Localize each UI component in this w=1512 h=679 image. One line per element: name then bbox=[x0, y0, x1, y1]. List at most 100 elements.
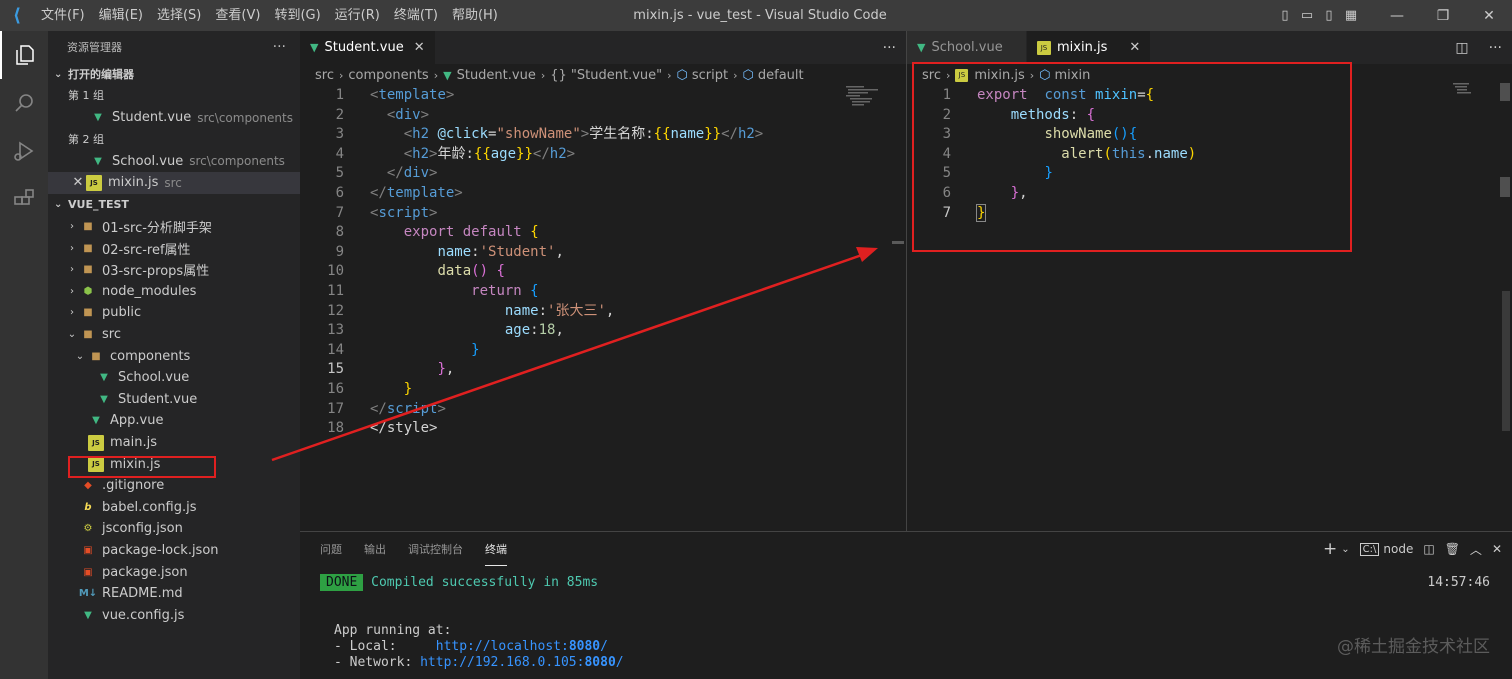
menu-file[interactable]: 文件(F) bbox=[34, 0, 92, 31]
close-icon[interactable]: ✕ bbox=[70, 175, 86, 190]
file-name: School.vue bbox=[112, 153, 184, 169]
close-panel-icon[interactable]: ✕ bbox=[1492, 542, 1502, 556]
chevron-down-icon: ⌄ bbox=[67, 329, 77, 341]
breadcrumb: src › components › ▼ Student.vue › {} "Stude… bbox=[315, 67, 804, 83]
vertical-scrollbar[interactable] bbox=[1500, 83, 1510, 101]
tree-file[interactable]: ⚙ jsconfig.json bbox=[48, 518, 300, 540]
toggle-panel-icon[interactable]: ▭ bbox=[1298, 0, 1316, 31]
tree-label: Student.vue bbox=[118, 391, 198, 407]
chevron-right-icon: › bbox=[70, 242, 74, 254]
tab-output[interactable]: 输出 bbox=[364, 532, 386, 566]
menu-go[interactable]: 转到(G) bbox=[267, 0, 327, 31]
tree-folder[interactable]: › ■ 01-src-分析脚手架 bbox=[48, 216, 300, 238]
tree-file[interactable]: ▣ package-lock.json bbox=[48, 540, 300, 562]
tree-label: 02-src-ref属性 bbox=[102, 242, 191, 258]
menu-edit[interactable]: 编辑(E) bbox=[92, 0, 150, 31]
tree-file[interactable]: ▼ App.vue bbox=[48, 410, 300, 432]
tree-file[interactable]: JS main.js bbox=[48, 432, 300, 454]
minimize-button[interactable]: — bbox=[1374, 0, 1420, 31]
tree-label: 01-src-分析脚手架 bbox=[102, 221, 212, 237]
breadcrumb-item[interactable]: {} "Student.vue" bbox=[550, 68, 662, 83]
breadcrumb-item[interactable]: components bbox=[348, 68, 428, 83]
split-editor-icon[interactable]: ◫ bbox=[1455, 40, 1468, 56]
more-actions-icon[interactable]: ··· bbox=[273, 39, 286, 55]
tab-mixin-js[interactable]: JS mixin.js ✕ bbox=[1027, 31, 1152, 64]
menu-terminal[interactable]: 终端(T) bbox=[387, 0, 445, 31]
open-editor-student[interactable]: ▼ Student.vue src\components bbox=[48, 107, 300, 129]
extensions-icon[interactable] bbox=[0, 175, 48, 223]
maximize-panel-icon[interactable]: ︿ bbox=[1470, 541, 1482, 558]
network-url-link[interactable]: http://192.168.0.105: bbox=[420, 655, 584, 670]
toggle-secondary-sidebar-icon[interactable]: ▯ bbox=[1320, 0, 1338, 31]
restore-button[interactable]: ❐ bbox=[1420, 0, 1466, 31]
tree-file[interactable]: M↓ README.md bbox=[48, 583, 300, 605]
tree-label: 03-src-props属性 bbox=[102, 264, 210, 280]
scroll-thumb[interactable] bbox=[1500, 177, 1510, 197]
more-actions-icon[interactable]: ··· bbox=[883, 40, 896, 56]
breadcrumb-item[interactable]: default bbox=[758, 68, 804, 83]
more-actions-icon[interactable]: ··· bbox=[1489, 40, 1502, 56]
tab-student-vue[interactable]: ▼ Student.vue ✕ bbox=[300, 31, 436, 64]
local-url-link[interactable]: http://localhost: bbox=[436, 639, 569, 654]
group-2-label: 第 2 组 bbox=[68, 132, 104, 146]
breadcrumb-item[interactable]: src bbox=[315, 68, 334, 83]
chevron-down-icon[interactable]: ⌄ bbox=[1341, 544, 1349, 555]
json-icon: ⚙ bbox=[83, 523, 93, 535]
tree-folder[interactable]: › ■ 03-src-props属性 bbox=[48, 259, 300, 281]
terminal-icon: C:\ bbox=[1359, 542, 1380, 556]
scroll-track[interactable] bbox=[1502, 291, 1510, 431]
vue-icon: ▼ bbox=[92, 415, 100, 427]
menu-run[interactable]: 运行(R) bbox=[328, 0, 387, 31]
terminal-time: 14:57:46 bbox=[1427, 575, 1490, 590]
menu-selection[interactable]: 选择(S) bbox=[150, 0, 208, 31]
tree-file[interactable]: ▼ School.vue bbox=[48, 367, 300, 389]
tab-debug-console[interactable]: 调试控制台 bbox=[408, 532, 463, 566]
search-icon[interactable] bbox=[0, 79, 48, 127]
layout-icon[interactable]: ▦ bbox=[1342, 0, 1360, 31]
url-slash: / bbox=[615, 655, 624, 670]
tree-file[interactable]: b babel.config.js bbox=[48, 497, 300, 519]
tab-problems[interactable]: 问题 bbox=[320, 532, 342, 566]
open-editors-header[interactable]: ⌄ 打开的编辑器 bbox=[48, 63, 300, 85]
local-port[interactable]: 8080 bbox=[569, 639, 600, 654]
split-terminal-icon[interactable]: ◫ bbox=[1423, 542, 1434, 556]
tree-file[interactable]: ▣ package.json bbox=[48, 561, 300, 583]
minimap[interactable] bbox=[846, 86, 906, 116]
run-debug-icon[interactable] bbox=[0, 127, 48, 175]
editor-group-1: ▼ Student.vue ✕ ··· src › components › ▼ St… bbox=[300, 31, 906, 531]
tree-folder[interactable]: › ■ public bbox=[48, 302, 300, 324]
explorer-sidebar: 资源管理器 ··· ⌄ 打开的编辑器 第 1 组 ▼ Student.vue s… bbox=[48, 31, 300, 679]
open-editor-school[interactable]: ▼ School.vue src\components bbox=[48, 151, 300, 173]
tab-terminal[interactable]: 终端 bbox=[485, 532, 507, 566]
tree-file[interactable]: ◆ .gitignore bbox=[48, 475, 300, 497]
code-editor[interactable]: 1 <template> 2 <div> 3 <h2 @click="showNa… bbox=[300, 86, 906, 439]
js-icon: JS bbox=[86, 174, 102, 191]
tree-file[interactable]: ▼ Student.vue bbox=[48, 389, 300, 411]
menu-help[interactable]: 帮助(H) bbox=[445, 0, 505, 31]
tree-folder[interactable]: ⌄ ■ src bbox=[48, 324, 300, 346]
vue-icon: ▼ bbox=[100, 372, 108, 384]
trash-icon[interactable]: 🗑 bbox=[1445, 542, 1460, 556]
chevron-right-icon: › bbox=[70, 307, 74, 319]
close-icon[interactable]: ✕ bbox=[1129, 40, 1140, 55]
project-header[interactable]: ⌄ VUE_TEST bbox=[48, 194, 300, 216]
close-icon[interactable]: ✕ bbox=[414, 40, 425, 55]
close-window-button[interactable]: ✕ bbox=[1466, 0, 1512, 31]
tab-label: Student.vue bbox=[324, 40, 404, 55]
menu-view[interactable]: 查看(V) bbox=[208, 0, 267, 31]
tree-folder[interactable]: ⌄ ■ components bbox=[48, 345, 300, 367]
tree-file[interactable]: ▼ vue.config.js bbox=[48, 604, 300, 626]
terminal-shell-name[interactable]: node bbox=[1383, 542, 1413, 556]
tree-folder[interactable]: › ⬢ node_modules bbox=[48, 281, 300, 303]
tab-school-vue[interactable]: ▼ School.vue bbox=[907, 31, 1027, 64]
open-editors-label: 打开的编辑器 bbox=[68, 68, 134, 81]
open-editor-mixin[interactable]: ✕ JS mixin.js src bbox=[48, 172, 300, 194]
breadcrumb-item[interactable]: script bbox=[692, 68, 728, 83]
vue-icon: ▼ bbox=[84, 609, 92, 621]
toggle-sidebar-icon[interactable]: ▯ bbox=[1276, 0, 1294, 31]
add-terminal-icon[interactable]: + bbox=[1323, 539, 1337, 559]
network-port[interactable]: 8080 bbox=[584, 655, 615, 670]
breadcrumb-item[interactable]: Student.vue bbox=[457, 68, 536, 83]
explorer-icon[interactable] bbox=[0, 31, 48, 79]
tree-folder[interactable]: › ■ 02-src-ref属性 bbox=[48, 237, 300, 259]
